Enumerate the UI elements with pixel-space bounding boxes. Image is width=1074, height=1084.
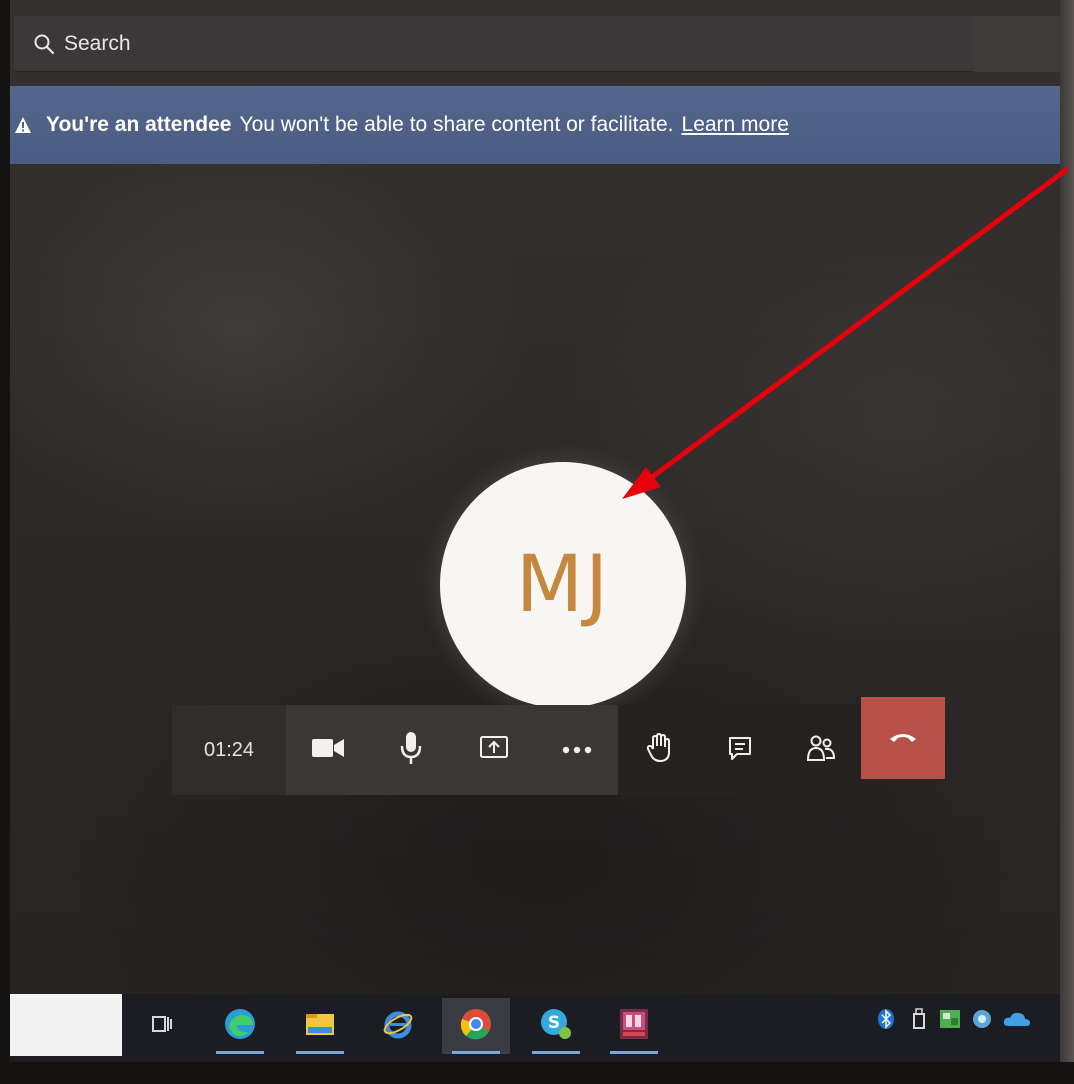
edge-active-indicator — [216, 1051, 264, 1054]
participants-button[interactable] — [780, 705, 861, 795]
raise-hand-button[interactable] — [618, 705, 699, 795]
taskbar: S — [10, 994, 1060, 1062]
share-screen-button[interactable] — [452, 705, 535, 795]
search-icon — [26, 29, 62, 59]
search-input[interactable]: Search — [64, 32, 131, 56]
camera-icon — [311, 737, 345, 764]
secondary-controls — [618, 705, 861, 795]
internet-explorer-icon — [382, 1008, 414, 1045]
skype-active-indicator — [532, 1051, 580, 1054]
monitor-bezel-right — [1060, 0, 1074, 1084]
app-taskbar-button[interactable] — [600, 998, 668, 1054]
chrome-icon — [460, 1008, 492, 1045]
microphone-icon — [399, 731, 423, 770]
participants-icon — [806, 734, 836, 767]
chat-button[interactable] — [699, 705, 780, 795]
app-icon — [619, 1008, 649, 1045]
usb-icon — [912, 1007, 926, 1035]
call-timer: 01:24 — [172, 705, 286, 795]
call-control-bar: 01:24 — [172, 697, 948, 795]
onedrive-icon — [1003, 1011, 1031, 1032]
tray-bluetooth[interactable] — [872, 1006, 900, 1036]
tray-app-icon — [939, 1009, 961, 1034]
chat-icon — [727, 735, 753, 766]
app-active-indicator — [610, 1051, 658, 1054]
chrome-active-indicator — [452, 1051, 500, 1054]
svg-text:S: S — [548, 1013, 560, 1033]
chrome-taskbar-button[interactable] — [442, 998, 510, 1054]
participant-avatar: MJ — [440, 462, 686, 708]
skype-icon: S — [539, 1007, 573, 1046]
task-view-button[interactable] — [128, 998, 196, 1054]
hang-up-button[interactable] — [861, 697, 945, 779]
microphone-button[interactable] — [369, 705, 452, 795]
banner-title: You're an attendee — [46, 113, 232, 136]
taskbar-search-box[interactable] — [10, 994, 122, 1056]
title-bar-area — [974, 16, 1060, 72]
more-icon — [562, 741, 592, 759]
share-screen-icon — [479, 735, 509, 766]
tray-usb[interactable] — [906, 1006, 932, 1036]
learn-more-link[interactable]: Learn more — [682, 113, 789, 137]
tray-app-icon — [971, 1008, 993, 1035]
edge-icon — [223, 1007, 257, 1046]
tray-app-1[interactable] — [936, 1006, 964, 1036]
task-view-icon — [151, 1013, 173, 1040]
participant-initials: MJ — [515, 540, 611, 630]
primary-controls — [286, 705, 618, 795]
hang-up-icon — [888, 729, 918, 748]
monitor-bezel-left — [0, 0, 10, 1084]
skype-taskbar-button[interactable]: S — [522, 998, 590, 1054]
tray-onedrive[interactable] — [1000, 1006, 1034, 1036]
bluetooth-icon — [877, 1008, 895, 1035]
file-explorer-icon — [305, 1011, 335, 1042]
file-explorer-active-indicator — [296, 1051, 344, 1054]
search-bar[interactable]: Search — [14, 16, 974, 72]
more-options-button[interactable] — [535, 705, 618, 795]
file-explorer-taskbar-button[interactable] — [286, 998, 354, 1054]
monitor-bezel-bottom — [0, 1062, 1074, 1084]
internet-explorer-taskbar-button[interactable] — [364, 998, 432, 1054]
edge-taskbar-button[interactable] — [206, 998, 274, 1054]
banner-message: You won't be able to share content or fa… — [239, 113, 674, 136]
tray-app-2[interactable] — [968, 1006, 996, 1036]
camera-button[interactable] — [286, 705, 369, 795]
warning-icon — [14, 113, 38, 137]
attendee-banner: You're an attendee You won't be able to … — [10, 86, 1060, 164]
raise-hand-icon — [646, 732, 672, 768]
